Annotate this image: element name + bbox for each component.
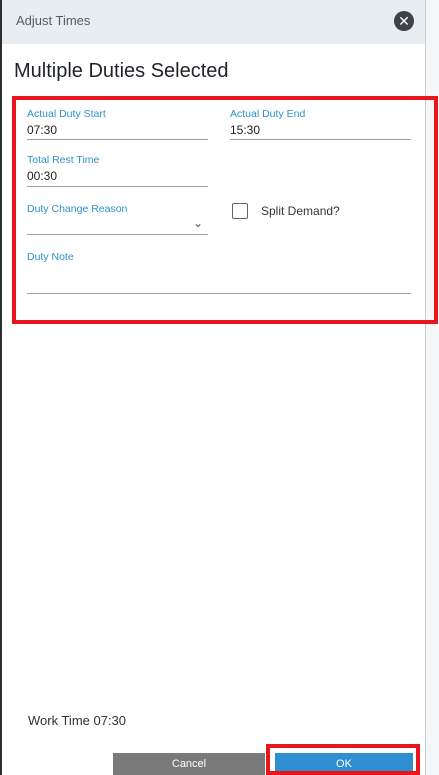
ok-highlight-annotation — [266, 744, 420, 775]
field-underline — [27, 186, 208, 187]
total-rest-time-label: Total Rest Time — [27, 154, 100, 166]
duty-note-label: Duty Note — [27, 251, 74, 263]
actual-duty-end-field[interactable]: Actual Duty End 15:30 — [230, 108, 411, 140]
duty-change-reason-label: Duty Change Reason — [27, 203, 128, 215]
actual-duty-start-input[interactable]: 07:30 — [27, 123, 208, 137]
dialog-titlebar: Adjust Times ✕ — [0, 0, 425, 44]
duty-change-reason-select[interactable]: Duty Change Reason ⌄ — [27, 203, 208, 235]
field-underline — [27, 293, 411, 294]
chevron-down-icon[interactable]: ⌄ — [193, 216, 203, 230]
left-border — [0, 0, 2, 775]
total-rest-time-field[interactable]: Total Rest Time 00:30 — [27, 154, 208, 187]
adjust-times-dialog: Adjust Times ✕ Multiple Duties Selected … — [0, 0, 439, 775]
actual-duty-start-field[interactable]: Actual Duty Start 07:30 — [27, 108, 208, 140]
split-demand-label: Split Demand? — [261, 204, 340, 218]
dialog-title: Adjust Times — [16, 13, 91, 28]
field-underline — [230, 139, 411, 140]
split-demand-checkbox[interactable] — [232, 203, 248, 219]
field-underline — [27, 234, 208, 235]
close-icon[interactable]: ✕ — [394, 11, 414, 31]
cancel-button[interactable]: Cancel — [113, 753, 265, 775]
actual-duty-end-label: Actual Duty End — [230, 108, 306, 120]
field-underline — [27, 139, 208, 140]
total-rest-time-input[interactable]: 00:30 — [27, 169, 208, 183]
work-time-text: Work Time 07:30 — [28, 713, 127, 728]
actual-duty-start-label: Actual Duty Start — [27, 108, 106, 120]
duty-note-field[interactable]: Duty Note — [27, 251, 411, 295]
page-title: Multiple Duties Selected — [14, 60, 229, 82]
actual-duty-end-input[interactable]: 15:30 — [230, 123, 411, 137]
